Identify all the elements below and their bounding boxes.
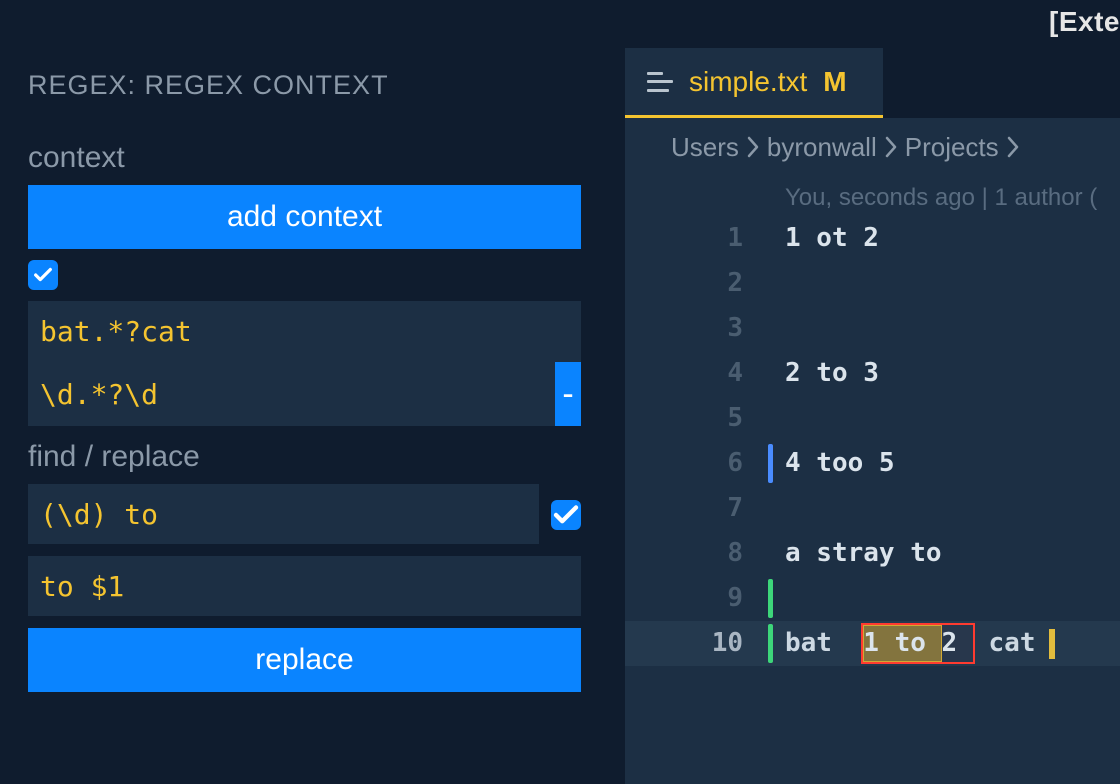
blame-annotation: You, seconds ago | 1 author ( xyxy=(785,184,1097,212)
code-area[interactable]: You, seconds ago | 1 author ( 1234567891… xyxy=(625,176,1120,784)
editor-area: simple.txt M Users byronwall Projects Yo… xyxy=(625,0,1120,784)
line-number-gutter: 12345678910 xyxy=(625,176,773,784)
breadcrumb-segment[interactable]: Users xyxy=(671,132,739,163)
code-line[interactable]: 2 to 3 xyxy=(785,351,1120,396)
editor-tab-simple-txt[interactable]: simple.txt M xyxy=(625,48,883,118)
line-number: 4 xyxy=(625,351,773,396)
code-line[interactable] xyxy=(785,396,1120,441)
file-lines-icon xyxy=(647,72,673,92)
add-context-button[interactable]: add context xyxy=(28,185,581,249)
breadcrumb-segment[interactable]: Projects xyxy=(905,132,999,163)
green-change-marker xyxy=(768,579,773,618)
context-pattern-1[interactable]: bat.*?cat xyxy=(28,301,581,362)
code-line[interactable] xyxy=(785,306,1120,351)
replace-input[interactable] xyxy=(28,556,581,616)
context-section-label: context xyxy=(28,141,597,175)
line-number: 2 xyxy=(625,261,773,306)
find-enabled-checkbox[interactable] xyxy=(551,500,581,530)
chevron-right-icon xyxy=(883,136,899,158)
code-lines[interactable]: 1 ot 22 to 34 too 5a stray tobat 1 to 2 … xyxy=(773,176,1120,784)
breadcrumb-segment[interactable]: byronwall xyxy=(767,132,877,163)
green-change-marker xyxy=(768,624,773,663)
blue-change-marker xyxy=(768,444,773,483)
context-enabled-checkbox[interactable] xyxy=(28,260,58,290)
chevron-right-icon xyxy=(745,136,761,158)
regex-match: 1 to 2 xyxy=(863,621,973,666)
line-number: 7 xyxy=(625,486,773,531)
line-number: 8 xyxy=(625,531,773,576)
line-number: 5 xyxy=(625,396,773,441)
code-line[interactable]: a stray to xyxy=(785,531,1120,576)
find-input[interactable] xyxy=(28,484,539,544)
find-replace-section-label: find / replace xyxy=(28,440,597,474)
code-line[interactable]: 1 ot 2 xyxy=(785,216,1120,261)
editor-tabbar: simple.txt M xyxy=(625,48,1120,118)
code-line[interactable] xyxy=(785,576,1120,621)
breadcrumbs[interactable]: Users byronwall Projects xyxy=(625,118,1120,176)
line-number: 9 xyxy=(625,576,773,621)
code-line[interactable] xyxy=(785,486,1120,531)
line-number: 10 xyxy=(625,621,773,666)
code-line[interactable] xyxy=(785,261,1120,306)
panel-title: REGEX: REGEX CONTEXT xyxy=(28,70,597,101)
context-patterns-box: bat.*?cat \d.*?\d - xyxy=(28,301,581,426)
line-number: 1 xyxy=(625,216,773,261)
line-number: 6 xyxy=(625,441,773,486)
remove-context-pattern-button[interactable]: - xyxy=(555,362,581,426)
line-number: 3 xyxy=(625,306,773,351)
replace-button[interactable]: replace xyxy=(28,628,581,692)
chevron-right-icon xyxy=(1005,136,1021,158)
regex-sidebar: REGEX: REGEX CONTEXT context add context… xyxy=(0,0,625,784)
tab-filename: simple.txt xyxy=(689,66,807,98)
code-line[interactable]: 4 too 5 xyxy=(785,441,1120,486)
tab-modified-badge: M xyxy=(823,66,846,98)
context-pattern-2[interactable]: \d.*?\d xyxy=(28,364,555,425)
